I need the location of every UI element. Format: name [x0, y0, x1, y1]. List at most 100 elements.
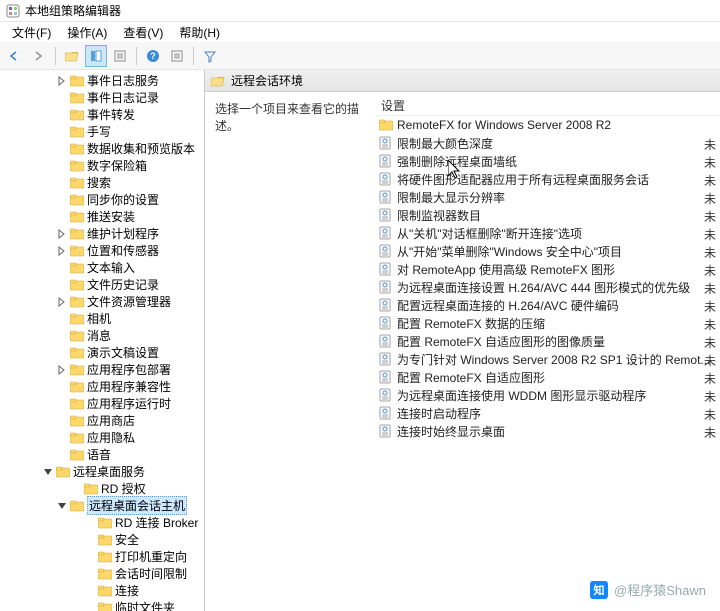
list-item[interactable]: 限制最大显示分辨率: [375, 188, 720, 206]
tree-item[interactable]: 远程桌面会话主机: [0, 497, 204, 514]
tree-item[interactable]: 事件转发: [0, 106, 204, 123]
folder-icon: [70, 499, 84, 513]
chevron-right-icon[interactable]: [56, 228, 68, 240]
list-item[interactable]: 从"开始"菜单删除"Windows 安全中心"项目: [375, 242, 720, 260]
state-cell: 未: [704, 424, 716, 441]
list-item-label: 为远程桌面连接设置 H.264/AVC 444 图形模式的优先级: [397, 279, 690, 296]
tree-item[interactable]: 相机: [0, 310, 204, 327]
folder-icon: [98, 550, 112, 564]
tree-item[interactable]: RD 连接 Broker: [0, 514, 204, 531]
tree-item[interactable]: 文本输入: [0, 259, 204, 276]
tree-item[interactable]: 文件资源管理器: [0, 293, 204, 310]
tree-item[interactable]: 消息: [0, 327, 204, 344]
tree-item[interactable]: 事件日志服务: [0, 72, 204, 89]
settings-column-header[interactable]: 设置: [375, 96, 720, 116]
list-item[interactable]: 对 RemoteApp 使用高级 RemoteFX 图形: [375, 260, 720, 278]
policy-setting-icon: [379, 352, 393, 366]
show-tree-button[interactable]: [85, 45, 107, 67]
list-item[interactable]: 配置 RemoteFX 自适应图形: [375, 368, 720, 386]
chevron-right-icon[interactable]: [56, 296, 68, 308]
list-item[interactable]: 连接时始终显示桌面: [375, 422, 720, 440]
tree-item[interactable]: 应用程序运行时: [0, 395, 204, 412]
folder-icon: [98, 567, 112, 581]
chevron-right-icon[interactable]: [56, 364, 68, 376]
tree-item[interactable]: 数字保险箱: [0, 157, 204, 174]
tree-item[interactable]: RD 授权: [0, 480, 204, 497]
tree-item[interactable]: 推送安装: [0, 208, 204, 225]
tree-item[interactable]: 位置和传感器: [0, 242, 204, 259]
chevron-down-icon[interactable]: [56, 500, 68, 512]
tree-item-label: 文件资源管理器: [87, 293, 171, 310]
tree-item-label: 语音: [87, 446, 111, 463]
tree-item[interactable]: 应用程序包部署: [0, 361, 204, 378]
state-column: 未未未未未未未未未未未未未未未未未: [704, 118, 716, 441]
menu-file[interactable]: 文件(F): [4, 22, 59, 43]
folder-icon: [84, 482, 98, 496]
policy-setting-icon: [379, 316, 393, 330]
tree-item[interactable]: 演示文稿设置: [0, 344, 204, 361]
tree-item-label: 位置和传感器: [87, 242, 159, 259]
tree-item-label: 文件历史记录: [87, 276, 159, 293]
tree-item[interactable]: 连接: [0, 582, 204, 599]
policy-setting-icon: [379, 172, 393, 186]
tree-item[interactable]: 手写: [0, 123, 204, 140]
up-button[interactable]: [61, 45, 83, 67]
back-button[interactable]: [4, 45, 26, 67]
policy-setting-icon: [379, 388, 393, 402]
tree-item[interactable]: 语音: [0, 446, 204, 463]
folder-icon: [70, 176, 84, 190]
list-item[interactable]: 限制最大颜色深度: [375, 134, 720, 152]
tree-item[interactable]: 安全: [0, 531, 204, 548]
watermark: 知 @程序猿Shawn: [590, 580, 706, 599]
list-item[interactable]: 为专门针对 Windows Server 2008 R2 SP1 设计的 Rem…: [375, 350, 720, 368]
list-item[interactable]: 限制监视器数目: [375, 206, 720, 224]
chevron-right-icon[interactable]: [56, 245, 68, 257]
list-item[interactable]: 强制删除远程桌面墙纸: [375, 152, 720, 170]
list-item[interactable]: 配置 RemoteFX 数据的压缩: [375, 314, 720, 332]
tree-item[interactable]: 会话时间限制: [0, 565, 204, 582]
menu-help[interactable]: 帮助(H): [171, 22, 228, 43]
properties-button[interactable]: [166, 45, 188, 67]
tree-item[interactable]: 搜索: [0, 174, 204, 191]
chevron-right-icon[interactable]: [56, 75, 68, 87]
folder-icon: [70, 108, 84, 122]
tree-item[interactable]: 同步你的设置: [0, 191, 204, 208]
list-item[interactable]: 为远程桌面连接使用 WDDM 图形显示驱动程序: [375, 386, 720, 404]
forward-button[interactable]: [28, 45, 50, 67]
tree-item[interactable]: 应用商店: [0, 412, 204, 429]
filter-button[interactable]: [199, 45, 221, 67]
policy-setting-icon: [379, 280, 393, 294]
tree-item-label: 应用商店: [87, 412, 135, 429]
tree-item[interactable]: 应用程序兼容性: [0, 378, 204, 395]
tree-item[interactable]: 打印机重定向: [0, 548, 204, 565]
tree-item[interactable]: 事件日志记录: [0, 89, 204, 106]
tree-item-label: 数据收集和预览版本: [87, 140, 195, 157]
tree-item[interactable]: 维护计划程序: [0, 225, 204, 242]
tree-item-label: 应用程序运行时: [87, 395, 171, 412]
export-button[interactable]: [109, 45, 131, 67]
toolbar: [0, 42, 720, 70]
list-item[interactable]: 配置 RemoteFX 自适应图形的图像质量: [375, 332, 720, 350]
help-button[interactable]: [142, 45, 164, 67]
list-item-label: RemoteFX for Windows Server 2008 R2: [397, 118, 611, 132]
tree-item[interactable]: 临时文件夹: [0, 599, 204, 611]
list-item[interactable]: 配置远程桌面连接的 H.264/AVC 硬件编码: [375, 296, 720, 314]
menu-view[interactable]: 查看(V): [115, 22, 171, 43]
list-item[interactable]: 为远程桌面连接设置 H.264/AVC 444 图形模式的优先级: [375, 278, 720, 296]
tree-item[interactable]: 文件历史记录: [0, 276, 204, 293]
chevron-down-icon[interactable]: [42, 466, 54, 478]
folder-icon: [70, 125, 84, 139]
state-cell: 未: [704, 298, 716, 315]
list-item[interactable]: 从"关机"对话框删除"断开连接"选项: [375, 224, 720, 242]
list-item[interactable]: RemoteFX for Windows Server 2008 R2: [375, 116, 720, 134]
policy-setting-icon: [379, 190, 393, 204]
tree-item[interactable]: 应用隐私: [0, 429, 204, 446]
description-hint: 选择一个项目来查看它的描述。: [215, 100, 365, 134]
state-cell: 未: [704, 208, 716, 225]
navigation-tree[interactable]: 事件日志服务事件日志记录事件转发手写数据收集和预览版本数字保险箱搜索同步你的设置…: [0, 70, 205, 611]
tree-item[interactable]: 远程桌面服务: [0, 463, 204, 480]
list-item[interactable]: 连接时启动程序: [375, 404, 720, 422]
menu-action[interactable]: 操作(A): [59, 22, 115, 43]
list-item[interactable]: 将硬件图形适配器应用于所有远程桌面服务会话: [375, 170, 720, 188]
tree-item[interactable]: 数据收集和预览版本: [0, 140, 204, 157]
